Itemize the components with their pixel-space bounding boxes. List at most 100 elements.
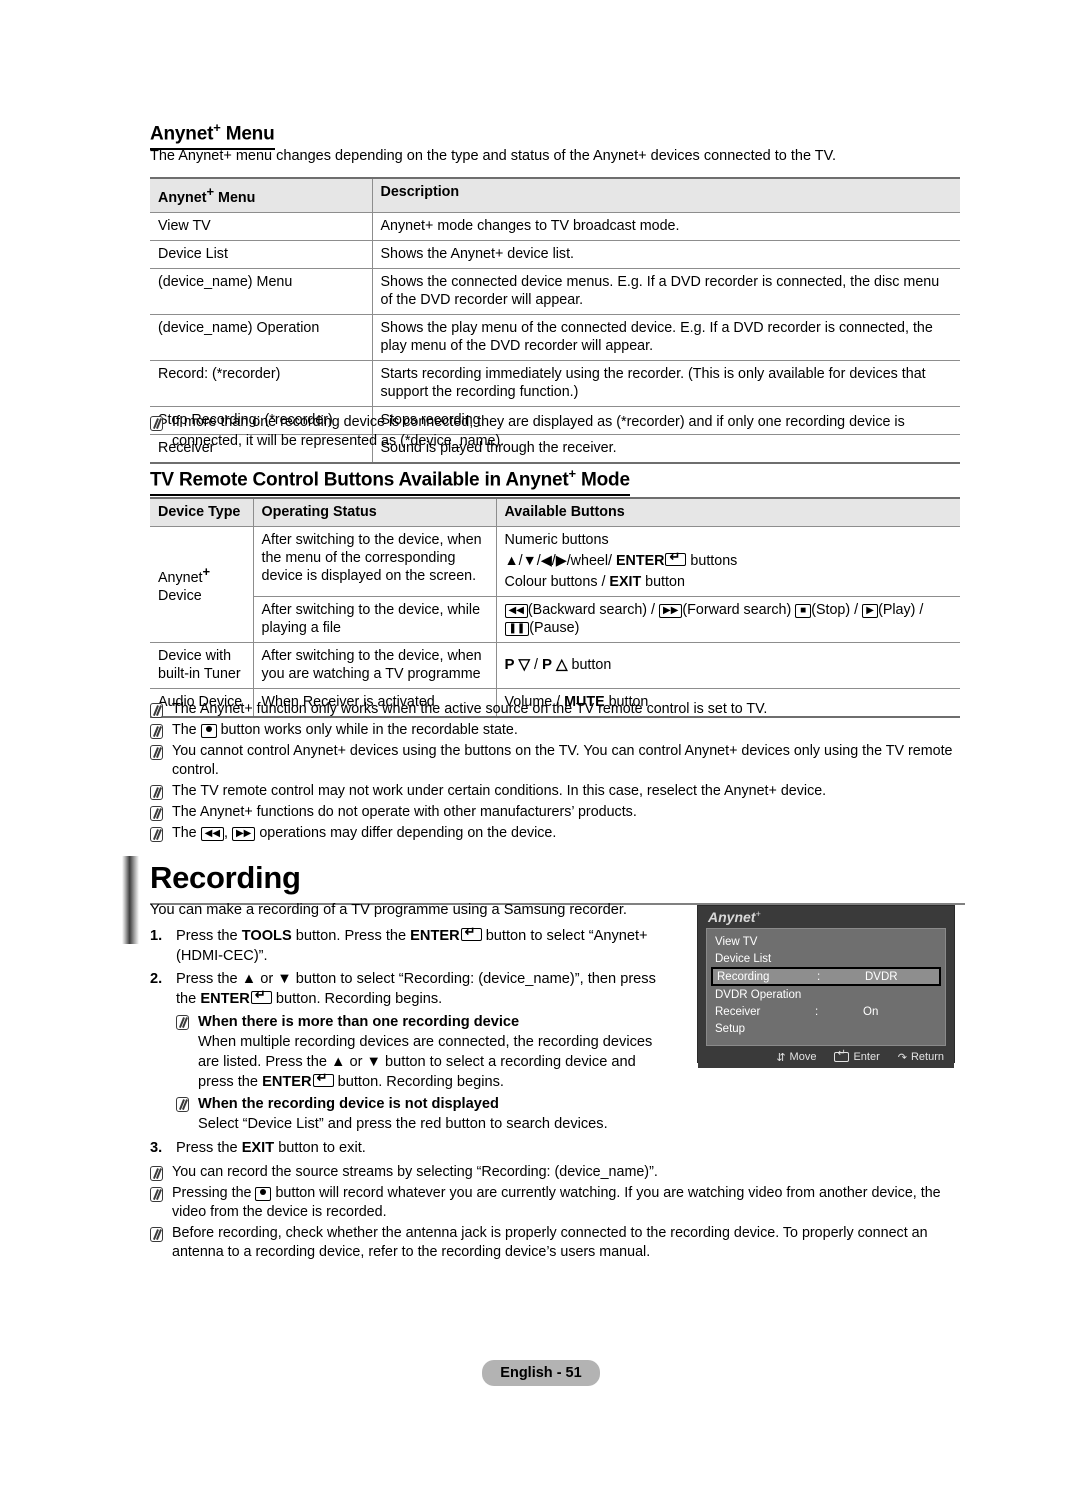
page-number-badge: English - 51 xyxy=(482,1360,600,1386)
cell-menu: View TV xyxy=(150,211,372,241)
cell-description: Shows the play menu of the connected dev… xyxy=(371,313,960,361)
note-item: You cannot control Anynet+ devices using… xyxy=(150,742,965,780)
pause-icon: ❚❚ xyxy=(504,622,530,636)
up-down-arrow-icon: ⇵ xyxy=(776,1051,786,1064)
chevron-down-icon: ▽ xyxy=(518,656,531,673)
note-text: Before recording, check whether the ante… xyxy=(172,1225,928,1260)
osd-item-label: Recording xyxy=(717,970,770,983)
osd-item-value: On xyxy=(863,1005,879,1018)
section-heading-remote-buttons: TV Remote Control Buttons Available in A… xyxy=(150,466,630,497)
osd-item-label: Device List xyxy=(715,952,772,965)
cell-menu: (device_name) Operation xyxy=(150,313,372,361)
note-pencil-icon xyxy=(176,1015,189,1030)
section1-intro: The Anynet+ menu changes depending on th… xyxy=(150,148,837,164)
osd-item-device-list[interactable]: Device List xyxy=(707,950,945,967)
note-text: The button works only while in the recor… xyxy=(172,722,518,738)
note-item: If more than one recording device is con… xyxy=(150,413,965,451)
buttons-colour-exit: Colour buttons / EXIT button xyxy=(504,574,685,590)
note-item: The Anynet+ function only works when the… xyxy=(150,700,965,719)
anynet-logo-plus: + xyxy=(755,909,761,919)
column-header-description: Description xyxy=(371,176,960,213)
section-heading-suffix: Menu xyxy=(220,123,275,145)
step-1: 1. Press the TOOLS button. Press the ENT… xyxy=(150,925,670,966)
buttons-numeric: Numeric buttons xyxy=(504,532,609,548)
cell-description: Shows the Anynet+ device list. xyxy=(371,239,960,269)
osd-menu-list: View TV Device List Recording : DVDR DVD… xyxy=(706,928,946,1046)
note-pencil-icon xyxy=(150,724,163,739)
osd-item-label: Setup xyxy=(715,1022,746,1035)
osd-item-dvdr-operation[interactable]: DVDR Operation xyxy=(707,986,945,1003)
osd-hint-enter: Enter xyxy=(834,1049,880,1063)
osd-hint-move-label: Move xyxy=(789,1051,817,1063)
superscript-plus: + xyxy=(213,120,221,135)
p-label-2: P xyxy=(542,656,553,673)
step-text: Press the ▲ or ▼ button to select “Recor… xyxy=(176,969,670,1009)
cell-available-buttons: P ▽ / P △ button xyxy=(495,642,960,689)
step-text: Press the EXIT button to exit. xyxy=(176,1140,366,1156)
column-header-menu: Anynet+ Menu xyxy=(150,176,372,213)
note-pencil-icon xyxy=(150,806,163,821)
osd-item-colon: : xyxy=(815,1005,819,1018)
subnote-not-displayed-body: Select “Device List” and press the red b… xyxy=(198,1116,608,1132)
anynet-logo: Anynet xyxy=(708,909,756,925)
osd-footer-hints: ⇵Move Enter ↷Return xyxy=(698,1046,954,1068)
cell-description: Shows the connected device menus. E.g. I… xyxy=(371,267,960,315)
p-label: P xyxy=(504,656,515,673)
note-pencil-icon xyxy=(150,1166,163,1181)
anynet-osd-screenshot: Anynet+ View TV Device List Recording : … xyxy=(697,905,955,1068)
button-word: button xyxy=(571,657,612,673)
table-row: Anynet+ Device After switching to the de… xyxy=(150,526,960,643)
note-text: The ◀◀, ▶▶ operations may differ dependi… xyxy=(172,825,557,841)
osd-hint-enter-label: Enter xyxy=(853,1051,880,1063)
backward-search-icon: ◀◀ xyxy=(200,827,225,841)
section-heading-text: Anynet xyxy=(150,123,214,145)
step-2-subnotes: When there is more than one recording de… xyxy=(176,1012,670,1134)
note-item: The TV remote control may not work under… xyxy=(150,782,965,801)
subnote-not-displayed: When the recording device is not display… xyxy=(176,1094,670,1114)
return-arrow-icon: ↷ xyxy=(897,1051,907,1064)
subnote-multiple-devices-body: When multiple recording devices are conn… xyxy=(198,1032,670,1092)
enter-key-icon xyxy=(665,550,687,566)
record-dot-icon xyxy=(255,1187,272,1201)
step-number: 2. xyxy=(150,971,163,987)
recording-notes: You can record the source streams by sel… xyxy=(150,1163,970,1264)
section-accent-bar xyxy=(122,856,139,944)
osd-item-receiver[interactable]: Receiver : On xyxy=(707,1003,945,1020)
note-item: Pressing the button will record whatever… xyxy=(150,1184,970,1222)
enter-key-icon xyxy=(312,1071,334,1087)
forward-search-icon: ▶▶ xyxy=(231,827,256,841)
separator: / xyxy=(534,657,539,673)
osd-item-recording[interactable]: Recording : DVDR xyxy=(711,967,941,986)
note-pencil-icon xyxy=(150,703,163,718)
enter-key-icon xyxy=(460,925,482,941)
osd-hint-move: ⇵ Move xyxy=(776,1051,816,1064)
subnote-heading: When the recording device is not display… xyxy=(198,1096,499,1112)
note-item: The button works only while in the recor… xyxy=(150,721,965,740)
table-header-row: Anynet+ Menu Description xyxy=(150,176,960,213)
step-number: 3. xyxy=(150,1140,163,1156)
recording-intro: You can make a recording of a TV program… xyxy=(150,902,627,918)
note-item: You can record the source streams by sel… xyxy=(150,1163,970,1182)
buttons-navigation: ▲/▼/◀/▶/wheel/ ENTER buttons xyxy=(505,550,953,570)
remote-buttons-table: Device Type Operating Status Available B… xyxy=(150,497,960,718)
osd-item-setup[interactable]: Setup xyxy=(707,1020,945,1037)
osd-item-label: DVDR Operation xyxy=(715,988,802,1001)
record-dot-icon xyxy=(200,724,217,738)
column-header-operating-status: Operating Status xyxy=(252,497,496,527)
table-row: View TV Anynet+ mode changes to TV broad… xyxy=(150,211,960,241)
osd-item-value: DVDR xyxy=(865,970,898,983)
osd-item-view-tv[interactable]: View TV xyxy=(707,933,945,950)
note-text: The Anynet+ functions do not operate wit… xyxy=(172,804,637,820)
note-text: You can record the source streams by sel… xyxy=(172,1164,658,1180)
recording-step-3-wrap: 3. Press the EXIT button to exit. xyxy=(150,1138,670,1161)
table-row: After switching to the device, while pla… xyxy=(150,596,960,643)
note-item: The Anynet+ functions do not operate wit… xyxy=(150,803,965,822)
column-header-device-type: Device Type xyxy=(150,497,253,527)
table-row: Device with built-in Tuner After switchi… xyxy=(150,642,960,689)
osd-item-label: Receiver xyxy=(715,1005,761,1018)
note-text: The Anynet+ function only works when the… xyxy=(172,701,768,717)
subnote-multiple-devices: When there is more than one recording de… xyxy=(176,1012,670,1032)
osd-hint-return: ↷ Return xyxy=(898,1051,944,1064)
table-row: Device List Shows the Anynet+ device lis… xyxy=(150,239,960,269)
cell-menu: Record: (*recorder) xyxy=(150,359,372,407)
